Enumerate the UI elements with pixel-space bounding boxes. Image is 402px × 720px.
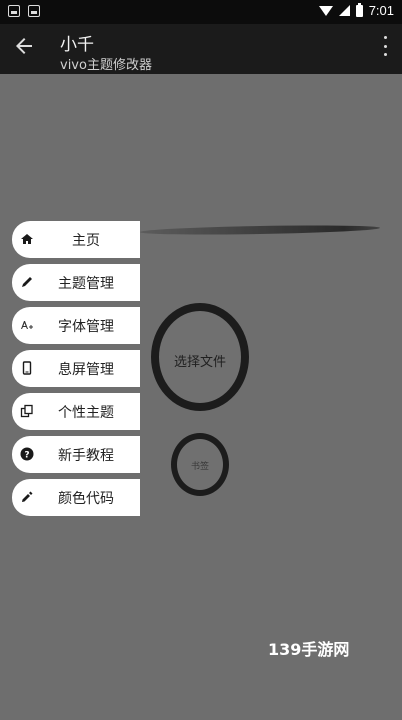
menu-item-font-manage[interactable]: 字体管理	[12, 307, 140, 344]
menu-item-tutorial[interactable]: ? 新手教程	[12, 436, 140, 473]
notification-icon	[8, 5, 20, 17]
menu-item-theme-manage[interactable]: 主题管理	[12, 264, 140, 301]
battery-icon	[355, 2, 363, 17]
select-file-label: 选择文件	[173, 355, 226, 370]
menu-item-screen-manage[interactable]: 息屏管理	[12, 350, 140, 387]
signal-icon	[338, 5, 350, 16]
side-menu: 主页 主题管理 字体管理 息屏管理 个性主题 ? 新手教程 颜色代码	[12, 221, 140, 522]
back-arrow-icon[interactable]	[12, 34, 36, 58]
menu-item-personal-theme[interactable]: 个性主题	[12, 393, 140, 430]
menu-item-label: 主页	[72, 232, 100, 249]
wifi-icon	[318, 5, 333, 16]
toolbar-subtitle: vivo主题修改器	[60, 58, 152, 73]
small-circle-label: 书签	[190, 462, 209, 472]
menu-item-label: 颜色代码	[58, 490, 114, 507]
menu-item-label: 新手教程	[58, 447, 114, 464]
menu-item-home[interactable]: 主页	[12, 221, 140, 258]
app-toolbar: 小千 vivo主题修改器	[0, 24, 402, 74]
menu-item-label: 息屏管理	[58, 361, 114, 378]
status-bar: 7:01	[0, 0, 402, 24]
menu-item-label: 个性主题	[58, 404, 114, 421]
more-options-icon[interactable]	[384, 36, 388, 56]
menu-item-label: 主题管理	[58, 275, 114, 292]
status-time: 7:01	[368, 3, 394, 18]
small-circle-button[interactable]: 书签	[171, 433, 229, 496]
menu-item-label: 字体管理	[58, 318, 114, 335]
menu-item-color-code[interactable]: 颜色代码	[12, 479, 140, 516]
select-file-button[interactable]: 选择文件	[151, 303, 249, 411]
notification-icon	[28, 5, 40, 17]
toolbar-title: 小千	[60, 35, 94, 55]
watermark: 139手游网	[268, 640, 350, 659]
